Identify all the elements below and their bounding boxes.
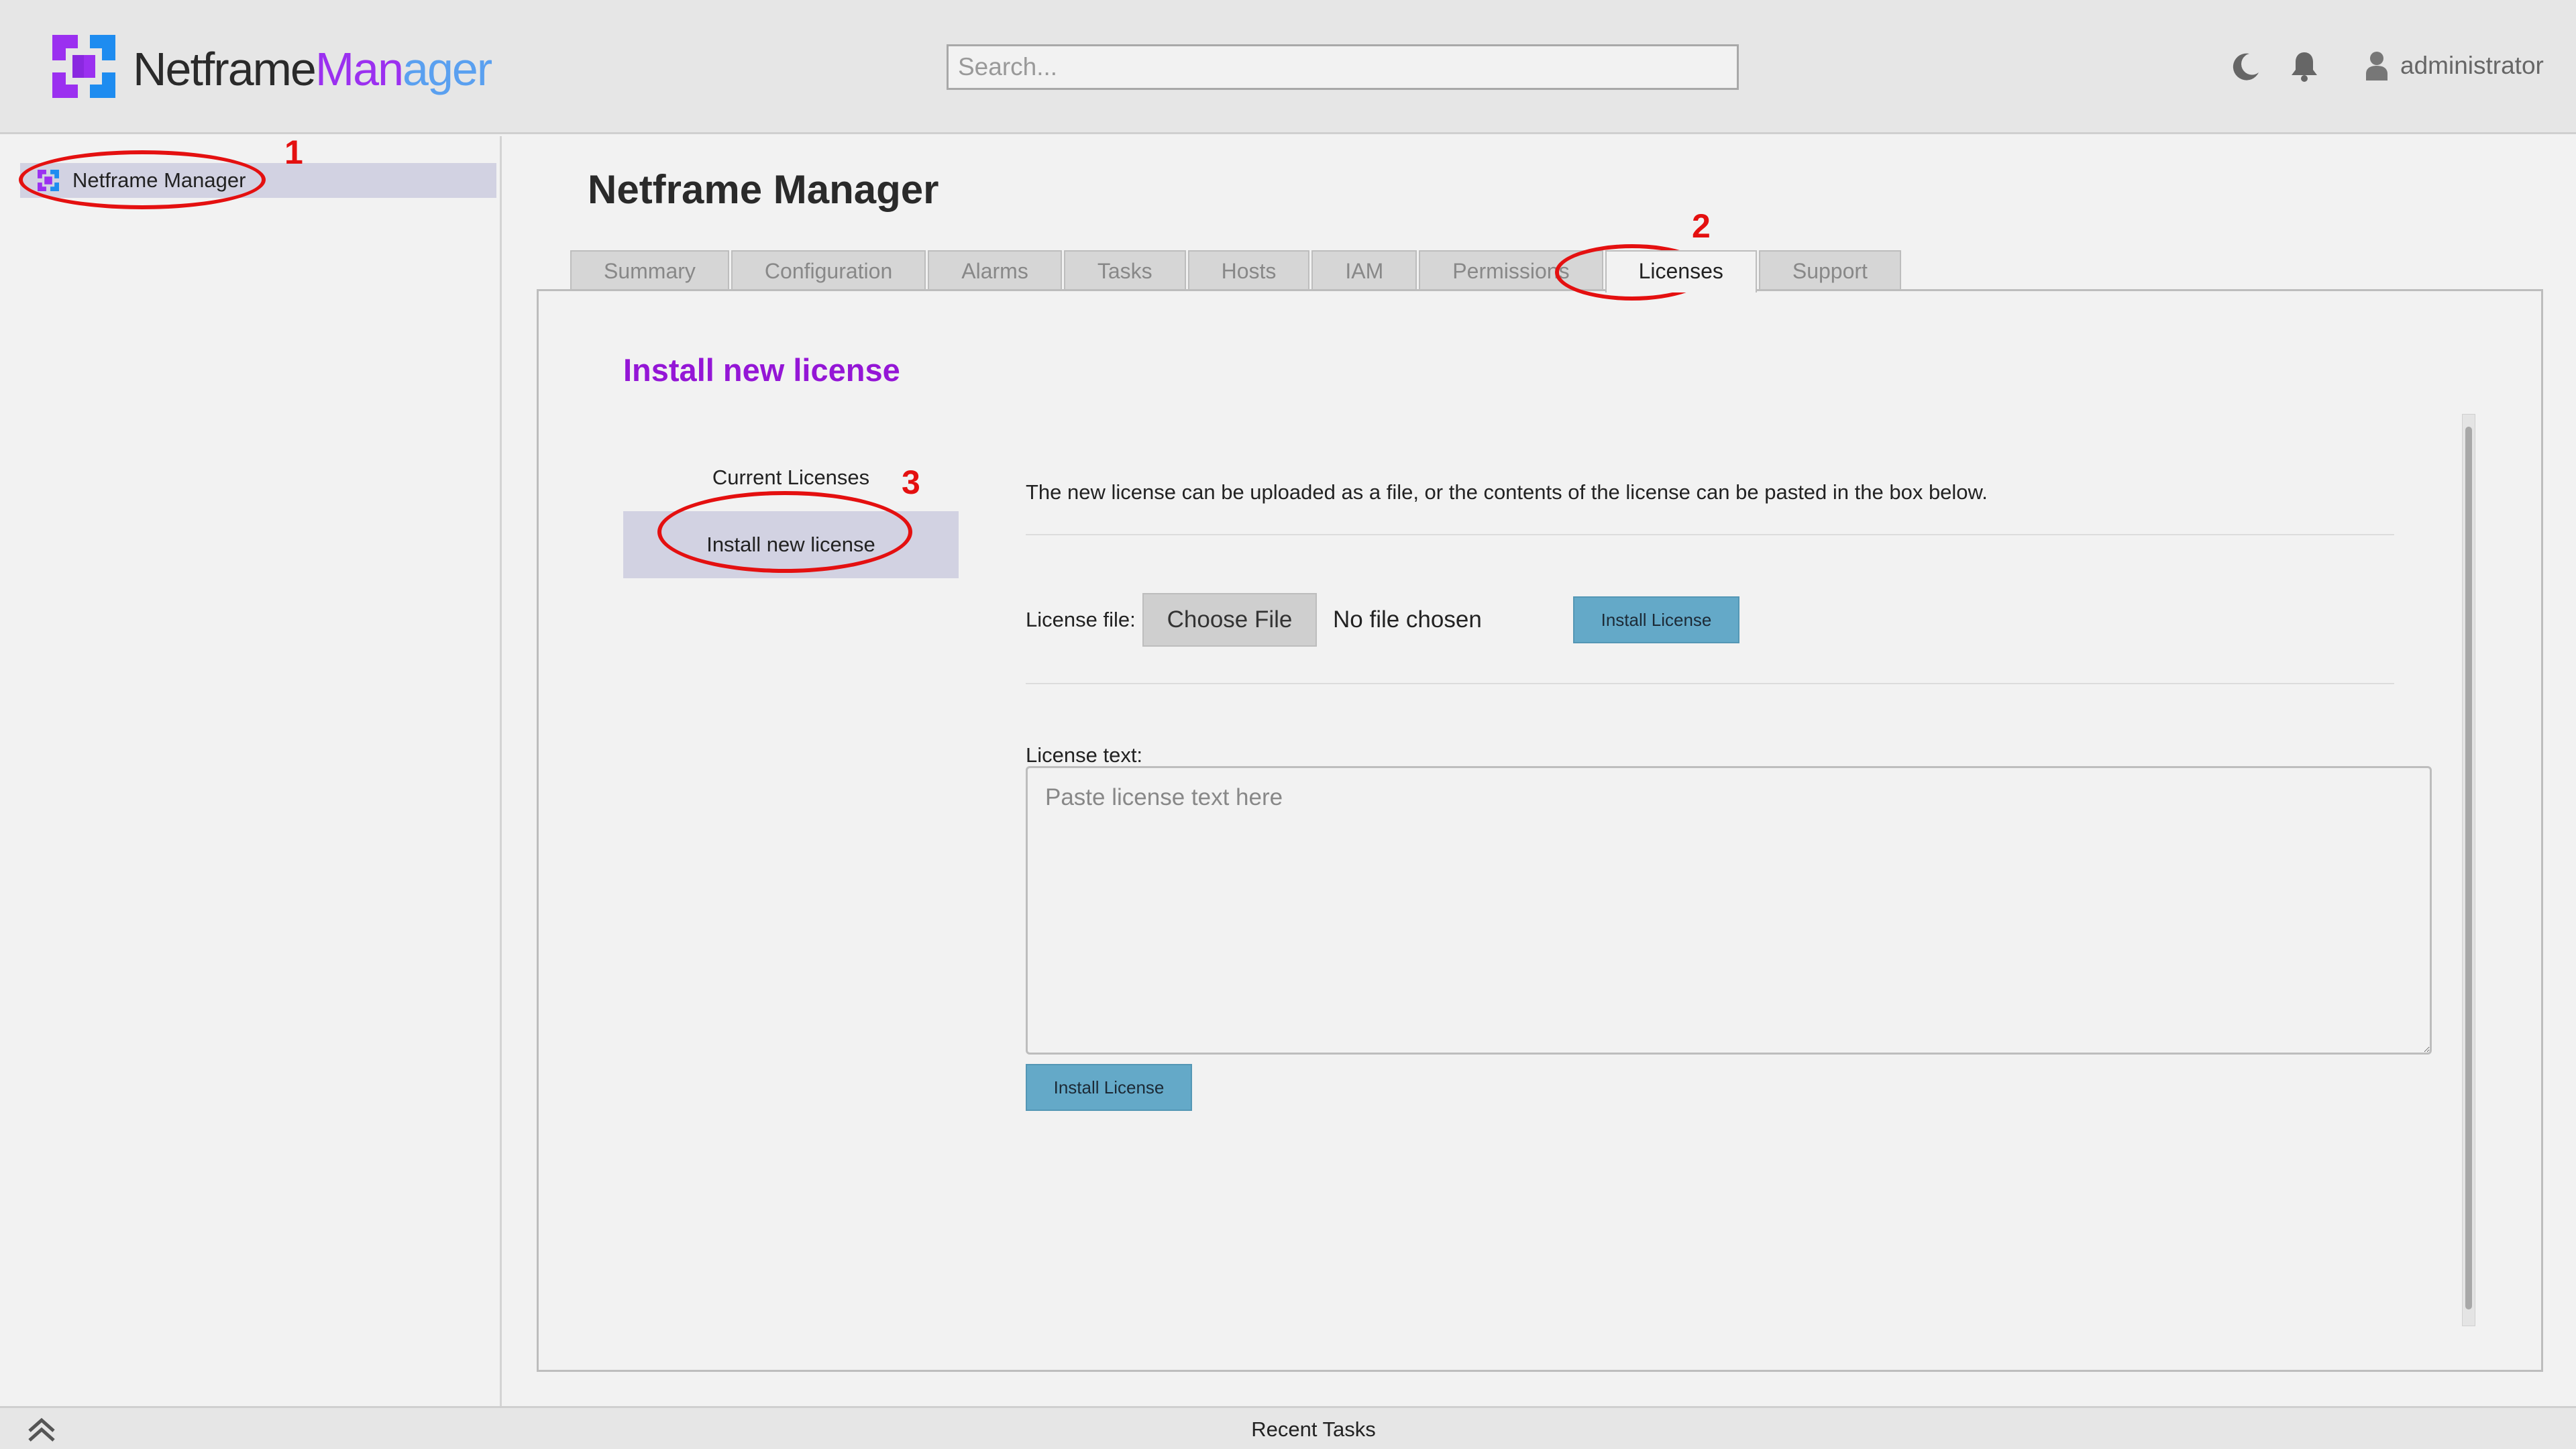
annotation-number-2: 2 — [1692, 207, 1711, 245]
top-header: NetframeManager administrator — [0, 0, 2576, 134]
install-license-text-button[interactable]: Install License — [1026, 1064, 1192, 1111]
tab-bar: Summary Configuration Alarms Tasks Hosts… — [570, 250, 1903, 292]
license-description: The new license can be uploaded as a fil… — [1026, 480, 1988, 504]
annotation-number-1: 1 — [284, 133, 303, 171]
bell-icon[interactable] — [2288, 50, 2321, 83]
annotation-ellipse-3 — [657, 491, 912, 573]
tab-hosts[interactable]: Hosts — [1187, 250, 1310, 290]
annotation-number-3: 3 — [902, 464, 920, 501]
license-file-row: License file: Choose File No file chosen… — [1026, 593, 2394, 647]
license-text-input[interactable] — [1026, 766, 2432, 1055]
install-license-file-button[interactable]: Install License — [1573, 596, 1739, 643]
license-text-label: License text: — [1026, 743, 1143, 767]
install-license-form: The new license can be uploaded as a fil… — [1026, 479, 2432, 1111]
licenses-panel: Install new license Current Licenses Ins… — [537, 289, 2543, 1372]
recent-tasks-bar: Recent Tasks — [0, 1406, 2576, 1449]
brand-part-1: Netframe — [133, 43, 317, 95]
user-icon[interactable] — [2365, 51, 2389, 80]
brand-name[interactable]: NetframeManager — [133, 39, 492, 99]
tab-alarms[interactable]: Alarms — [928, 250, 1062, 290]
brand-part-2: Man — [315, 43, 404, 95]
user-name[interactable]: administrator — [2400, 51, 2544, 80]
search-input[interactable] — [947, 44, 1739, 90]
divider — [1026, 534, 2394, 535]
logo-icon[interactable] — [52, 35, 115, 98]
tab-tasks[interactable]: Tasks — [1063, 250, 1186, 290]
tab-summary[interactable]: Summary — [570, 250, 729, 290]
page-title: Netframe Manager — [588, 167, 939, 212]
section-title: Install new license — [623, 352, 900, 388]
sidebar: Netframe Manager — [0, 136, 502, 1406]
recent-tasks-label[interactable]: Recent Tasks — [0, 1417, 2576, 1442]
divider — [1026, 683, 2394, 684]
moon-icon[interactable] — [2229, 50, 2263, 83]
brand-part-3: ager — [402, 43, 492, 95]
tab-iam[interactable]: IAM — [1311, 250, 1417, 290]
tab-configuration[interactable]: Configuration — [731, 250, 926, 290]
panel-scrollbar[interactable] — [2462, 414, 2475, 1326]
annotation-ellipse-1 — [19, 150, 266, 209]
no-file-chosen-text: No file chosen — [1333, 606, 1482, 633]
license-file-label: License file: — [1026, 608, 1136, 631]
tab-support[interactable]: Support — [1758, 250, 1901, 290]
tab-licenses[interactable]: Licenses — [1605, 250, 1757, 292]
choose-file-button[interactable]: Choose File — [1142, 593, 1317, 647]
scrollbar-thumb[interactable] — [2465, 427, 2472, 1309]
